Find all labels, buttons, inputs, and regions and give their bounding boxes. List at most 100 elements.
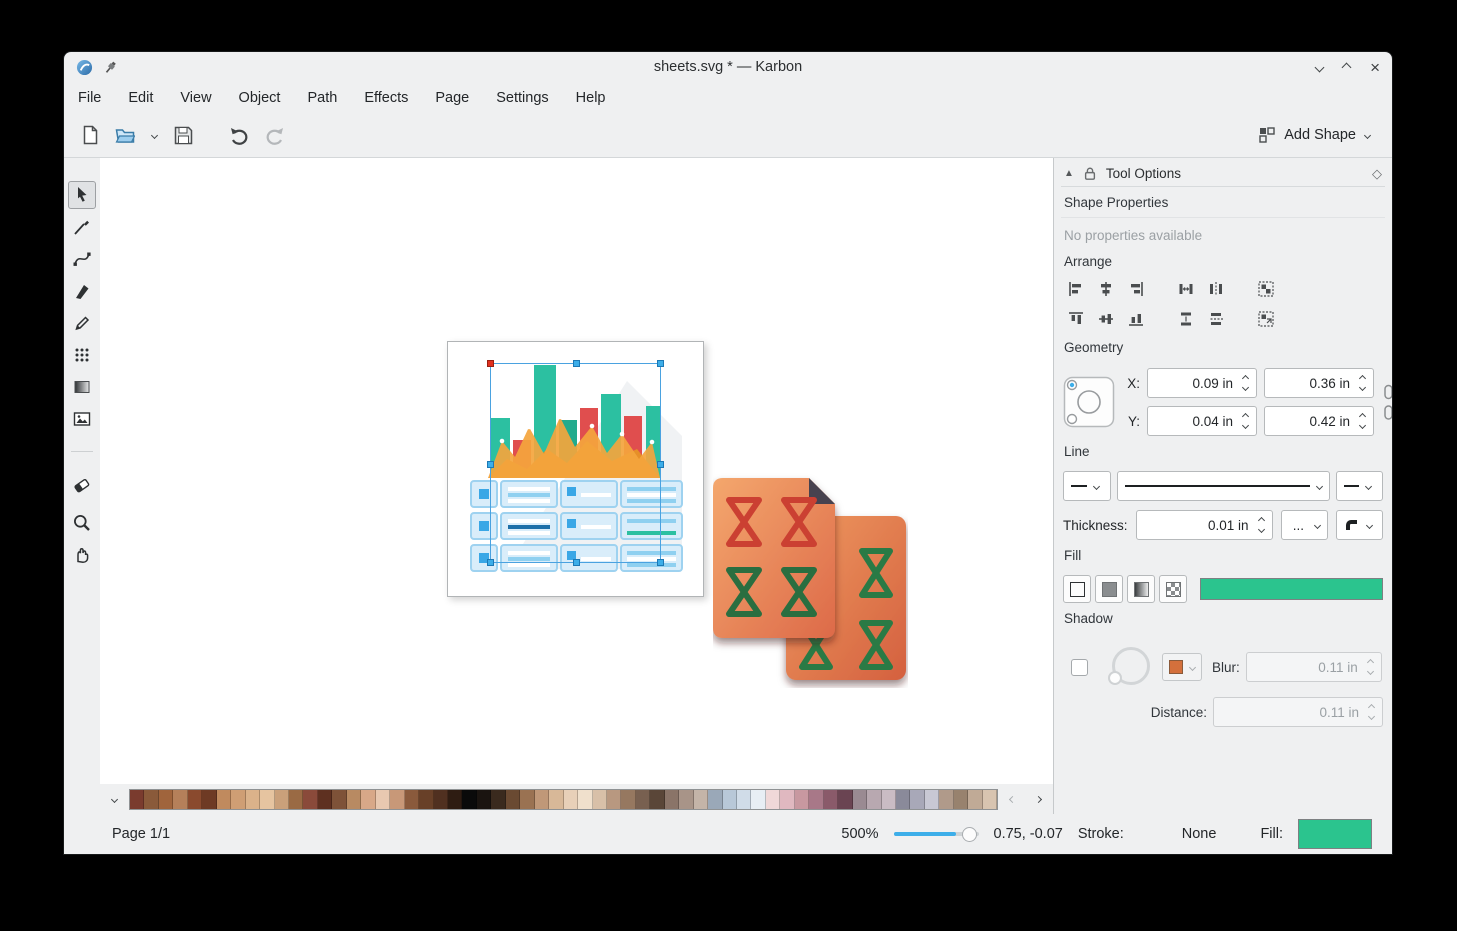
align-bottom-button[interactable]: [1123, 306, 1149, 332]
palette-swatch[interactable]: [520, 790, 534, 809]
redo-button[interactable]: [260, 121, 288, 149]
palette-swatch[interactable]: [780, 790, 794, 809]
fill-none-button[interactable]: [1063, 575, 1091, 603]
pan-tool-button[interactable]: [68, 541, 96, 569]
pencil-tool-button[interactable]: [68, 309, 96, 337]
palette-swatch[interactable]: [694, 790, 708, 809]
width-spinbox[interactable]: 0.36 in: [1264, 368, 1374, 398]
fill-color-bar[interactable]: [1200, 578, 1383, 600]
palette-swatch[interactable]: [867, 790, 881, 809]
palette-swatch[interactable]: [564, 790, 578, 809]
lock-ratio-icon[interactable]: [1383, 384, 1392, 422]
align-top-button[interactable]: [1063, 306, 1089, 332]
palette-options-chevron-icon[interactable]: [103, 788, 126, 811]
palette-swatch[interactable]: [173, 790, 187, 809]
line-start-marker-combo[interactable]: [1063, 471, 1111, 501]
menu-path[interactable]: Path: [307, 90, 337, 106]
palette-swatch[interactable]: [882, 790, 896, 809]
distribute-h-left-button[interactable]: [1173, 276, 1199, 302]
palette-swatch[interactable]: [809, 790, 823, 809]
palette-swatch[interactable]: [650, 790, 664, 809]
palette-swatch[interactable]: [621, 790, 635, 809]
distance-spinbox[interactable]: 0.11 in: [1213, 697, 1383, 727]
palette-swatch[interactable]: [289, 790, 303, 809]
fill-gradient-button[interactable]: [1127, 575, 1155, 603]
menu-effects[interactable]: Effects: [364, 90, 408, 106]
docker-float-icon[interactable]: ◇: [1372, 166, 1382, 182]
align-right-button[interactable]: [1123, 276, 1149, 302]
palette-swatch[interactable]: [434, 790, 448, 809]
palette-swatch[interactable]: [462, 790, 476, 809]
add-shape-button[interactable]: Add Shape: [1249, 123, 1380, 147]
palette-swatch[interactable]: [318, 790, 332, 809]
palette-swatch[interactable]: [419, 790, 433, 809]
distribute-v-center-button[interactable]: [1203, 306, 1229, 332]
palette-swatch[interactable]: [578, 790, 592, 809]
palette-swatch[interactable]: [838, 790, 852, 809]
spin-up-icon[interactable]: [1242, 375, 1249, 382]
spin-down-icon[interactable]: [1359, 422, 1366, 429]
new-document-button[interactable]: [76, 121, 104, 149]
palette-swatch[interactable]: [144, 790, 158, 809]
calligraphy-tool-button[interactable]: [68, 277, 96, 305]
palette-swatch[interactable]: [896, 790, 910, 809]
spin-up-icon[interactable]: [1242, 413, 1249, 420]
height-spinbox[interactable]: 0.42 in: [1264, 406, 1374, 436]
palette-swatch[interactable]: [347, 790, 361, 809]
palette-scroll-left-icon[interactable]: [1001, 788, 1024, 811]
select-tool-button[interactable]: [68, 181, 96, 209]
spin-down-icon[interactable]: [1242, 384, 1249, 391]
pin-icon[interactable]: [103, 60, 118, 75]
palette-swatch[interactable]: [795, 790, 809, 809]
canvas[interactable]: [100, 158, 1053, 784]
palette-swatch[interactable]: [679, 790, 693, 809]
eraser-tool-button[interactable]: [68, 470, 96, 498]
palette-swatch[interactable]: [766, 790, 780, 809]
palette-swatch[interactable]: [202, 790, 216, 809]
zoom-tool-button[interactable]: [68, 509, 96, 537]
menu-file[interactable]: File: [78, 90, 101, 106]
palette-swatch[interactable]: [405, 790, 419, 809]
fill-color-swatch[interactable]: [1298, 819, 1372, 849]
palette-swatch[interactable]: [910, 790, 924, 809]
spin-down-icon[interactable]: [1258, 526, 1265, 533]
shadow-enable-checkbox[interactable]: [1071, 659, 1088, 676]
palette-swatch[interactable]: [939, 790, 953, 809]
palette-swatch[interactable]: [549, 790, 563, 809]
palette-swatch[interactable]: [983, 790, 997, 809]
gradient-tool-button[interactable]: [68, 373, 96, 401]
window-shade-icon[interactable]: [1315, 62, 1325, 72]
palette-swatch[interactable]: [130, 790, 144, 809]
pattern-tool-button[interactable]: [68, 341, 96, 369]
selection-handle-top-right[interactable]: [657, 360, 664, 367]
palette-swatch[interactable]: [708, 790, 722, 809]
y-spinbox[interactable]: 0.04 in: [1147, 406, 1257, 436]
palette-swatch[interactable]: [448, 790, 462, 809]
image-tool-button[interactable]: [68, 405, 96, 433]
zoom-slider[interactable]: [894, 825, 979, 843]
position-anchor-widget[interactable]: [1063, 368, 1115, 436]
palette-swatch[interactable]: [275, 790, 289, 809]
window-maximize-icon[interactable]: [1342, 62, 1352, 72]
palette-swatch[interactable]: [751, 790, 765, 809]
palette-swatch[interactable]: [376, 790, 390, 809]
fill-solid-button[interactable]: [1095, 575, 1123, 603]
menu-settings[interactable]: Settings: [496, 90, 548, 106]
palette-swatch[interactable]: [390, 790, 404, 809]
selection-handle-top[interactable]: [573, 360, 580, 367]
menu-page[interactable]: Page: [435, 90, 469, 106]
line-style-combo[interactable]: [1117, 471, 1330, 501]
freehand-line-tool-button[interactable]: [68, 213, 96, 241]
selection-handle-right[interactable]: [657, 461, 664, 468]
group-button[interactable]: [1253, 276, 1279, 302]
spin-up-icon[interactable]: [1359, 375, 1366, 382]
path-edit-tool-button[interactable]: [68, 245, 96, 273]
blur-spinbox[interactable]: 0.11 in: [1246, 652, 1382, 682]
selection-box[interactable]: [490, 363, 661, 563]
docker-lock-icon[interactable]: [1083, 166, 1097, 181]
palette-swatch[interactable]: [636, 790, 650, 809]
palette-swatch[interactable]: [260, 790, 274, 809]
palette-swatch[interactable]: [954, 790, 968, 809]
shadow-angle-widget[interactable]: [1108, 645, 1152, 689]
save-button[interactable]: [169, 121, 197, 149]
